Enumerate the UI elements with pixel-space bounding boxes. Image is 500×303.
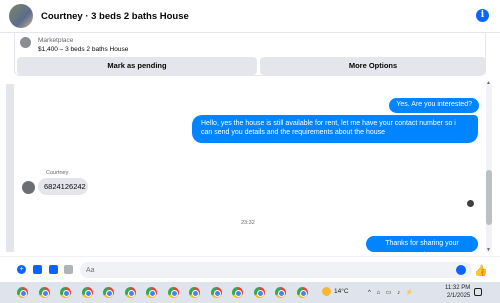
notification-icon[interactable]	[474, 288, 482, 296]
weather-temp[interactable]: 14°C	[334, 288, 349, 295]
chrome-icon[interactable]	[60, 287, 71, 298]
weather-icon[interactable]	[322, 287, 331, 296]
clock-date: 2/1/2025	[446, 293, 471, 299]
incoming-message[interactable]: 6824126242	[38, 178, 88, 195]
chrome-icon[interactable]	[38, 287, 50, 298]
chat-title[interactable]: Courtney · 3 beds 2 baths House	[41, 11, 189, 22]
sender-name: Courtney	[46, 170, 69, 176]
listing-title[interactable]: $1,400 – 3 beds 2 baths House	[38, 46, 128, 53]
chrome-icon[interactable]	[81, 287, 93, 298]
listing-thumbnail[interactable]	[20, 37, 31, 48]
scrollbar-track[interactable]	[486, 84, 492, 252]
taskbar: 14°C ^ ⌂ ▭ ♪ ⚡ 11:32 PM 2/1/2025	[0, 282, 500, 303]
message-timestamp: 23:32	[241, 220, 255, 226]
more-options-button[interactable]: More Options	[260, 57, 486, 75]
sender-avatar[interactable]	[22, 181, 35, 194]
message-composer: + 👍	[0, 256, 500, 282]
scroll-down-icon[interactable]: ▼	[486, 247, 491, 253]
seen-indicator-icon	[467, 200, 474, 207]
marketplace-panel: Marketplace $1,400 – 3 beds 2 baths Hous…	[14, 33, 486, 76]
chrome-icon[interactable]	[167, 287, 179, 298]
chrome-icon[interactable]	[253, 287, 265, 298]
photo-icon[interactable]	[33, 265, 42, 274]
chrome-icon[interactable]	[17, 287, 28, 298]
chrome-icon[interactable]	[296, 287, 308, 298]
chrome-icon[interactable]	[189, 287, 200, 298]
mark-as-pending-button[interactable]: Mark as pending	[17, 57, 257, 75]
chrome-icon[interactable]	[146, 287, 157, 298]
left-scroll-track	[6, 84, 14, 252]
message-input[interactable]	[80, 262, 472, 278]
clock[interactable]: 11:32 PM 2/1/2025	[445, 284, 470, 300]
contact-avatar[interactable]	[9, 4, 33, 28]
sticker-icon[interactable]	[49, 265, 58, 274]
chrome-icon[interactable]	[232, 287, 243, 298]
marketplace-label: Marketplace	[38, 37, 74, 44]
chat-header: Courtney · 3 beds 2 baths House i	[0, 0, 500, 33]
emoji-icon[interactable]	[456, 265, 466, 275]
chrome-icon[interactable]	[210, 287, 222, 298]
scroll-up-icon[interactable]: ▲	[486, 80, 491, 86]
outgoing-message[interactable]: Thanks for sharing your number	[366, 236, 478, 259]
outgoing-message[interactable]: Hello, yes the house is still available …	[192, 115, 478, 143]
plus-icon[interactable]: +	[17, 265, 26, 274]
messenger-window: Courtney · 3 beds 2 baths House i Market…	[0, 0, 500, 303]
thumbs-up-icon[interactable]: 👍	[474, 264, 488, 277]
info-icon[interactable]: i	[476, 9, 489, 22]
gif-icon[interactable]	[64, 265, 73, 274]
chrome-icon[interactable]	[124, 287, 136, 298]
chrome-icon[interactable]	[103, 287, 114, 298]
scrollbar-thumb[interactable]	[486, 170, 492, 225]
outgoing-message[interactable]: Yes. Are you interested?	[389, 98, 479, 113]
system-tray[interactable]: ^ ⌂ ▭ ♪ ⚡	[368, 289, 415, 296]
chrome-icon[interactable]	[275, 287, 286, 298]
clock-time: 11:32 PM	[445, 285, 471, 291]
